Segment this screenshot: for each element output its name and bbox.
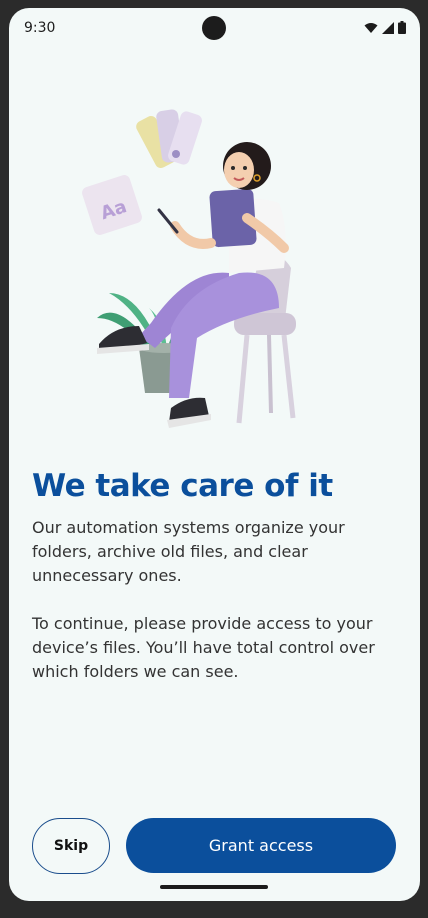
description-paragraph-2: To continue, please provide access to yo… — [32, 614, 375, 681]
screen: 9:30 Aa We take care of it Our automatio… — [9, 8, 420, 901]
wifi-icon — [364, 22, 378, 33]
signal-icon — [382, 21, 394, 34]
grant-access-button[interactable]: Grant access — [126, 818, 396, 873]
status-bar: 9:30 — [9, 8, 420, 48]
woman-with-tablet-illustration: Aa — [82, 109, 296, 428]
gesture-nav-handle[interactable] — [160, 885, 268, 889]
font-card-icon: Aa — [82, 175, 142, 235]
battery-icon — [398, 21, 406, 34]
status-icons — [364, 21, 406, 34]
skip-button[interactable]: Skip — [32, 818, 110, 874]
page-title: We take care of it — [32, 468, 333, 504]
color-swatch-icon — [136, 109, 202, 169]
description-paragraph-1: Our automation systems organize your fol… — [32, 518, 345, 585]
front-camera — [202, 16, 226, 40]
status-time: 9:30 — [24, 20, 56, 36]
